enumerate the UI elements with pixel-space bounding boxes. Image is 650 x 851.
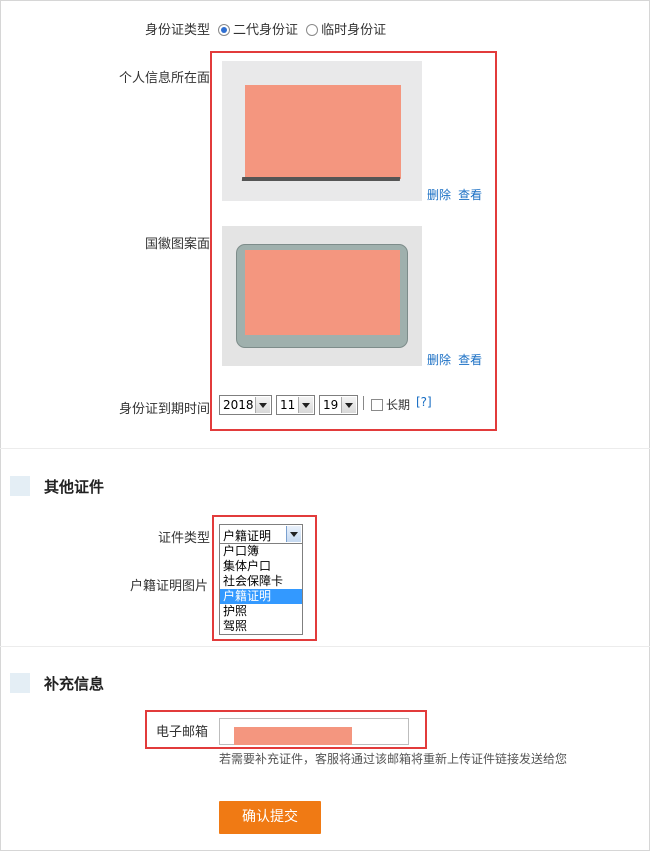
long-term-checkbox[interactable]: 长期 (371, 396, 410, 413)
chevron-down-icon (341, 397, 356, 413)
back-side-actions: 删除 查看 (427, 351, 482, 368)
doc-type-label: 证件类型 (157, 531, 210, 546)
front-side-actions: 删除 查看 (427, 186, 482, 203)
section-divider (0, 646, 650, 647)
email-hint: 若需要补充证件，客服将通过该邮箱将重新上传证件链接发送给您 (219, 752, 568, 766)
id-type-radio-second-gen[interactable]: 二代身份证 (218, 23, 298, 38)
redacted-block (234, 727, 352, 745)
radio-checked-icon (218, 24, 230, 36)
email-label: 电子邮箱 (155, 725, 208, 740)
front-delete-link[interactable]: 删除 (427, 188, 451, 202)
front-side-image[interactable] (222, 61, 422, 201)
section-divider (0, 448, 650, 449)
doc-type-option-selected[interactable]: 户籍证明 (220, 589, 302, 604)
email-input[interactable] (219, 718, 409, 745)
doc-type-option[interactable]: 社会保障卡 (220, 574, 302, 589)
doc-image-label: 户籍证明图片 (129, 579, 208, 594)
expiry-year-select[interactable]: 2018 (219, 395, 272, 415)
chevron-down-icon (298, 397, 313, 413)
back-side-image[interactable] (222, 226, 422, 366)
card-edge (241, 177, 401, 181)
doc-type-select[interactable]: 户籍证明 (219, 524, 303, 544)
help-link[interactable]: [?] (416, 395, 432, 409)
doc-type-option[interactable]: 驾照 (220, 619, 302, 634)
chevron-down-icon (255, 397, 270, 413)
doc-type-option[interactable]: 集体户口 (220, 559, 302, 574)
id-type-label: 身份证类型 (144, 23, 210, 38)
other-docs-title: 其他证件 (44, 478, 105, 496)
doc-type-dropdown: 户口簿 集体户口 社会保障卡 户籍证明 护照 驾照 (219, 543, 303, 635)
back-side-label: 国徽图案面 (144, 237, 210, 252)
doc-type-option[interactable]: 护照 (220, 604, 302, 619)
id-type-radio-temporary[interactable]: 临时身份证 (306, 23, 386, 38)
redacted-block (245, 250, 400, 335)
submit-button[interactable]: 确认提交 (219, 801, 321, 834)
front-side-label: 个人信息所在面 (118, 71, 210, 86)
radio-unchecked-icon (306, 24, 319, 36)
back-view-link[interactable]: 查看 (458, 353, 482, 367)
id-type-radio-group: 二代身份证 临时身份证 (218, 19, 386, 38)
redacted-block (245, 85, 401, 179)
extra-info-title: 补充信息 (44, 675, 105, 693)
expiry-day-select[interactable]: 19 (319, 395, 358, 415)
doc-type-option[interactable]: 户口簿 (220, 544, 302, 559)
section-marker-icon (10, 673, 30, 693)
expiry-month-select[interactable]: 11 (276, 395, 315, 415)
expiry-label: 身份证到期时间 (118, 402, 210, 417)
back-delete-link[interactable]: 删除 (427, 353, 451, 367)
checkbox-icon (371, 399, 383, 411)
section-marker-icon (10, 476, 30, 496)
separator (363, 396, 364, 410)
chevron-down-icon (286, 526, 301, 542)
front-view-link[interactable]: 查看 (458, 188, 482, 202)
